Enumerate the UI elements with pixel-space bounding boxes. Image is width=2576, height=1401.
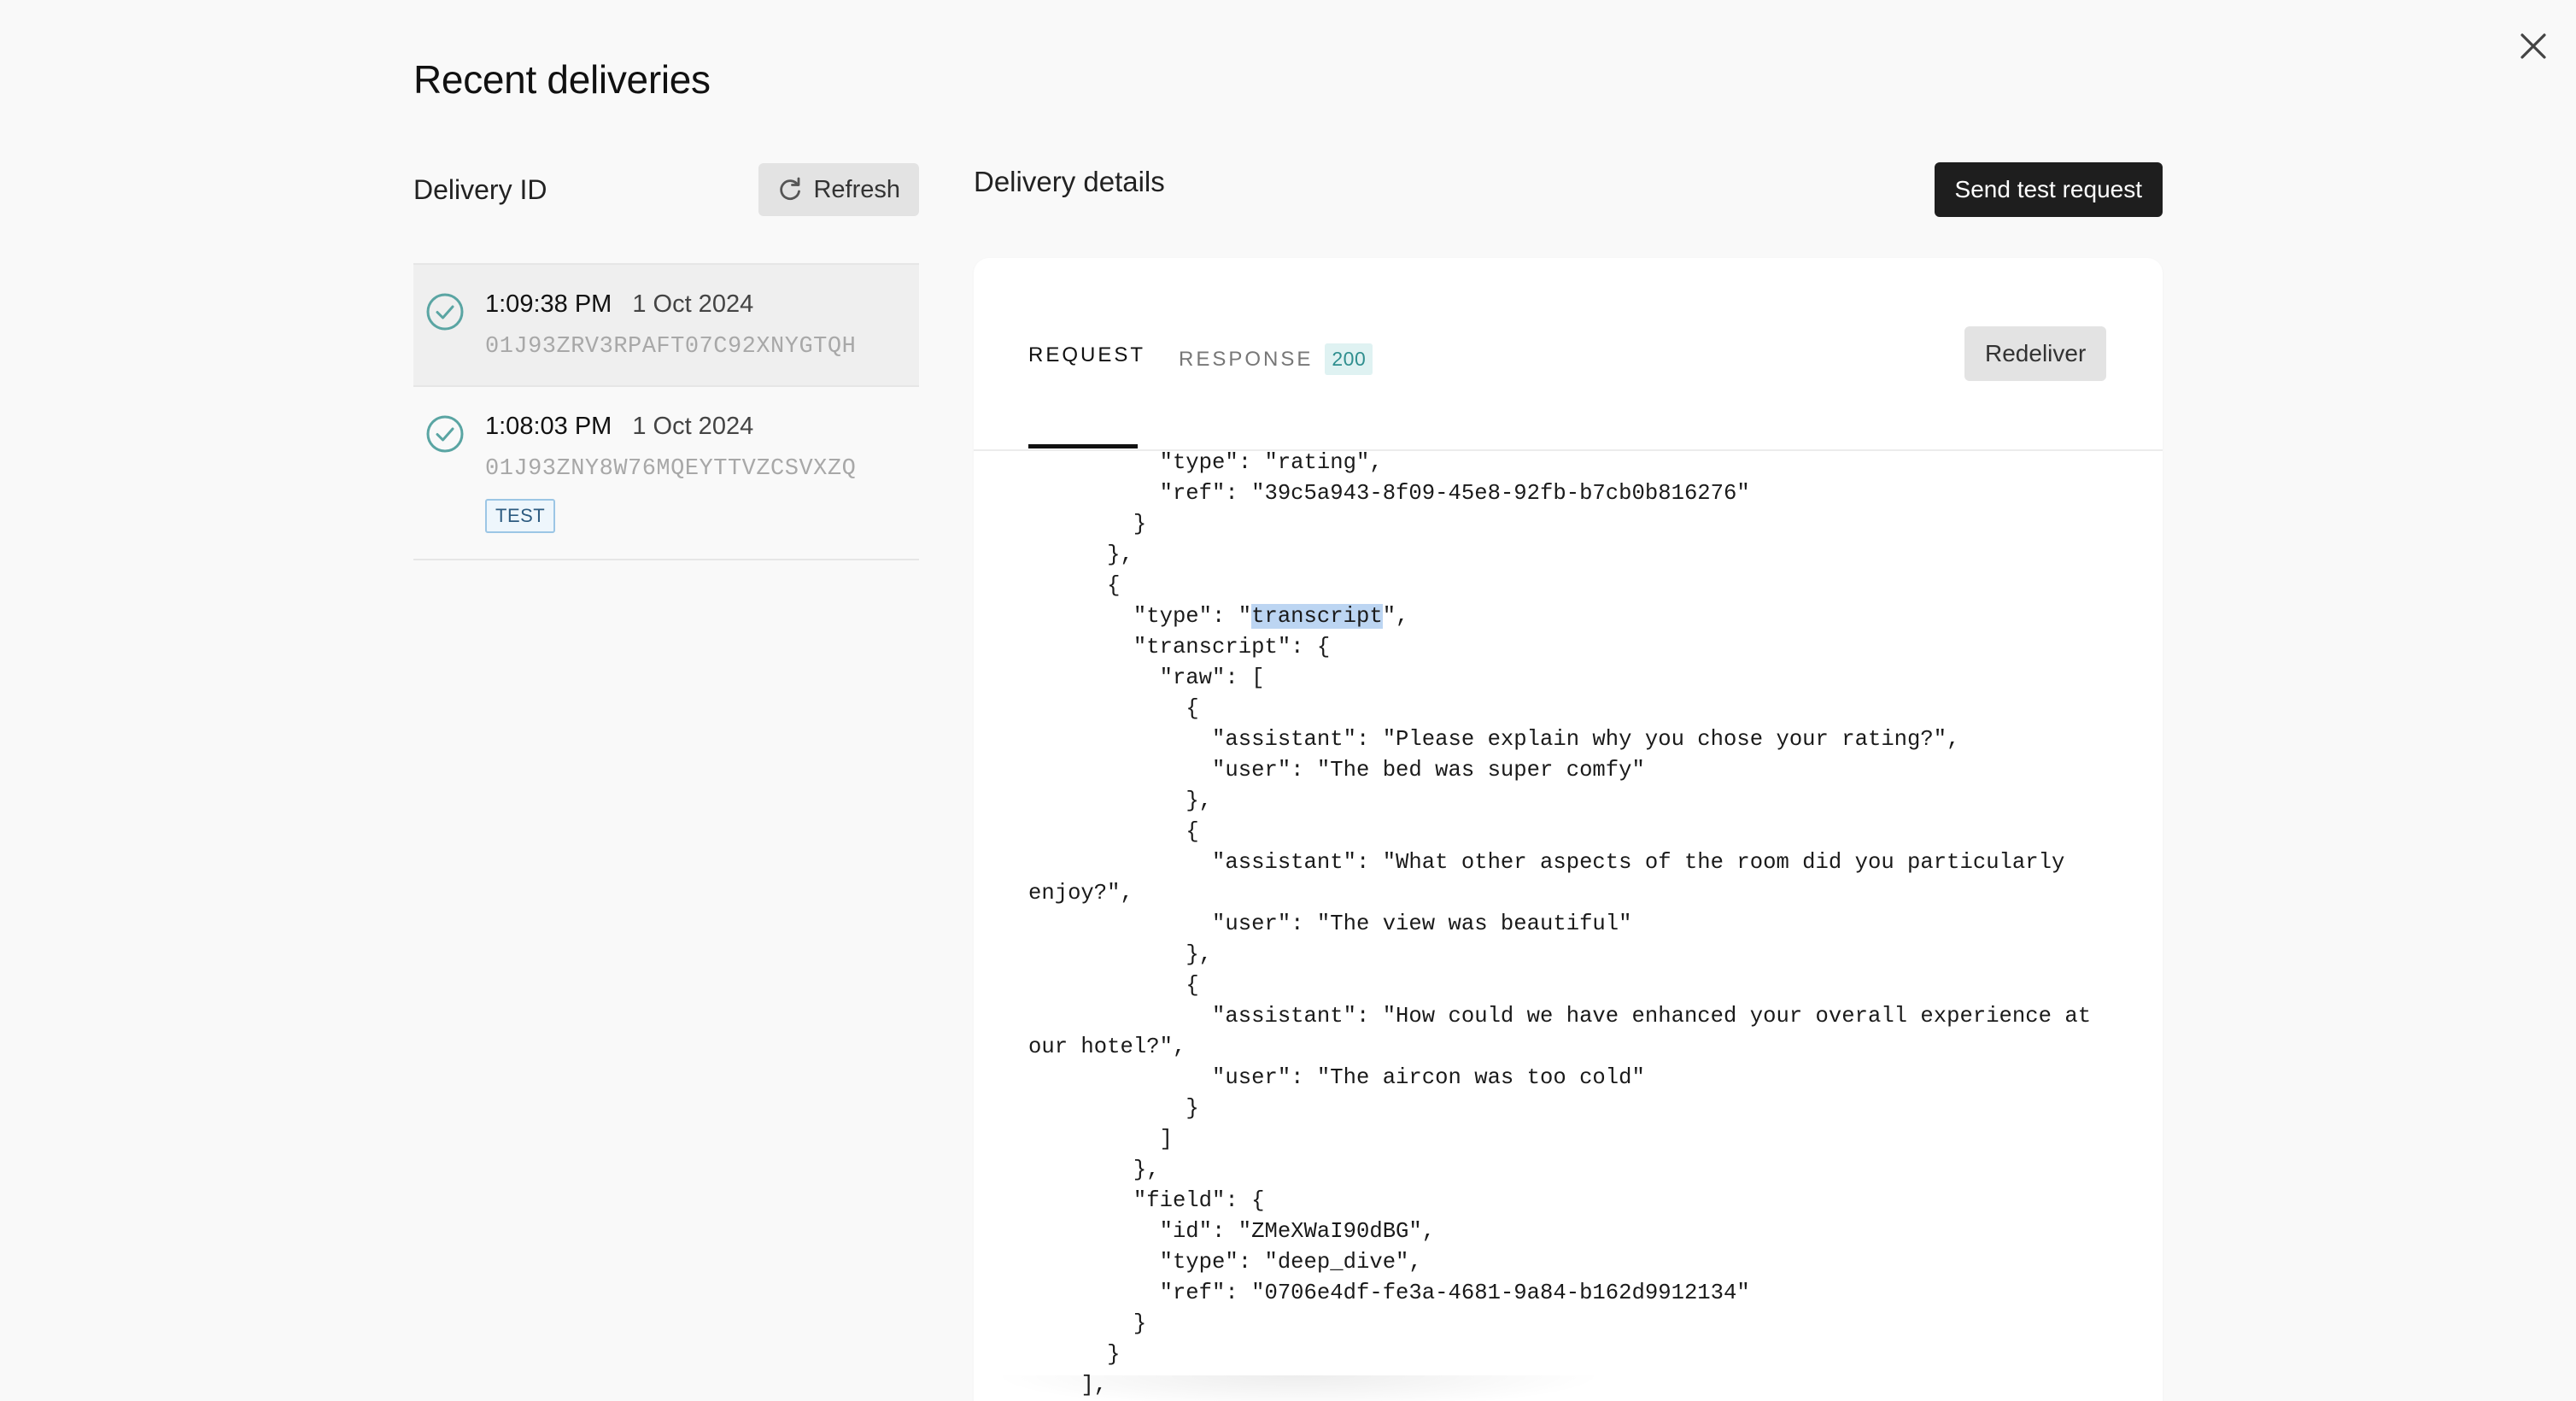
close-button[interactable] <box>2515 27 2552 65</box>
delivery-list-panel: Delivery ID Refresh 1:09:38 PM 1 Oct 202… <box>413 162 919 560</box>
delivery-details-header: Delivery details Send test request <box>974 162 2163 217</box>
active-tab-indicator <box>1028 444 1138 448</box>
delivery-details-label: Delivery details <box>974 166 1165 197</box>
status-code-badge: 200 <box>1325 343 1373 375</box>
delivery-list-header: Delivery ID Refresh <box>413 162 919 217</box>
delivery-id: 01J93ZRV3RPAFT07C92XNYGTQH <box>485 334 857 360</box>
code-selection-highlight: transcript <box>1251 604 1383 629</box>
refresh-button[interactable]: Refresh <box>758 163 919 216</box>
tab-response-label: RESPONSE <box>1179 347 1314 371</box>
tab-request-label: REQUEST <box>1028 343 1146 366</box>
tab-request[interactable]: REQUEST <box>1028 343 1145 367</box>
close-icon <box>2520 33 2546 59</box>
request-payload-viewer[interactable]: "type": "rating", "ref": "39c5a943-8f09-… <box>974 451 2163 1401</box>
delivery-time: 1:09:38 PM <box>485 290 612 318</box>
tab-bar: REQUEST RESPONSE 200 Redeliver <box>974 258 2163 451</box>
delivery-item[interactable]: 1:09:38 PM 1 Oct 2024 01J93ZRV3RPAFT07C9… <box>413 265 919 387</box>
delivery-list: 1:09:38 PM 1 Oct 2024 01J93ZRV3RPAFT07C9… <box>413 263 919 560</box>
delivery-date: 1 Oct 2024 <box>632 290 754 318</box>
refresh-icon <box>780 177 801 200</box>
page-title: Recent deliveries <box>413 57 711 102</box>
check-circle-icon <box>426 415 464 453</box>
code-before-highlight: "type": "rating", "ref": "39c5a943-8f09-… <box>1107 451 1750 629</box>
delivery-date: 1 Oct 2024 <box>632 413 754 440</box>
refresh-label: Refresh <box>813 175 900 203</box>
delivery-time: 1:08:03 PM <box>485 413 612 440</box>
request-payload-code: "type": "rating", "ref": "39c5a943-8f09-… <box>1028 451 2105 1401</box>
deliveries-modal: Recent deliveries Delivery ID Refresh 1:… <box>0 0 2576 1401</box>
check-circle-icon <box>426 293 464 331</box>
send-test-request-button[interactable]: Send test request <box>1934 162 2163 217</box>
delivery-id-label: Delivery ID <box>413 173 547 205</box>
code-after-highlight: ", "transcript": { "raw": [ { "assistant… <box>1028 604 2092 1398</box>
delivery-item[interactable]: 1:08:03 PM 1 Oct 2024 01J93ZNY8W76MQEYTT… <box>413 387 919 560</box>
delivery-id: 01J93ZNY8W76MQEYTTVZCSVXZQ <box>485 456 857 482</box>
tab-response[interactable]: RESPONSE 200 <box>1179 343 1373 375</box>
redeliver-button[interactable]: Redeliver <box>1964 326 2107 381</box>
delivery-details-card: REQUEST RESPONSE 200 Redeliver "type": "… <box>974 258 2163 1401</box>
test-badge: TEST <box>485 499 556 533</box>
